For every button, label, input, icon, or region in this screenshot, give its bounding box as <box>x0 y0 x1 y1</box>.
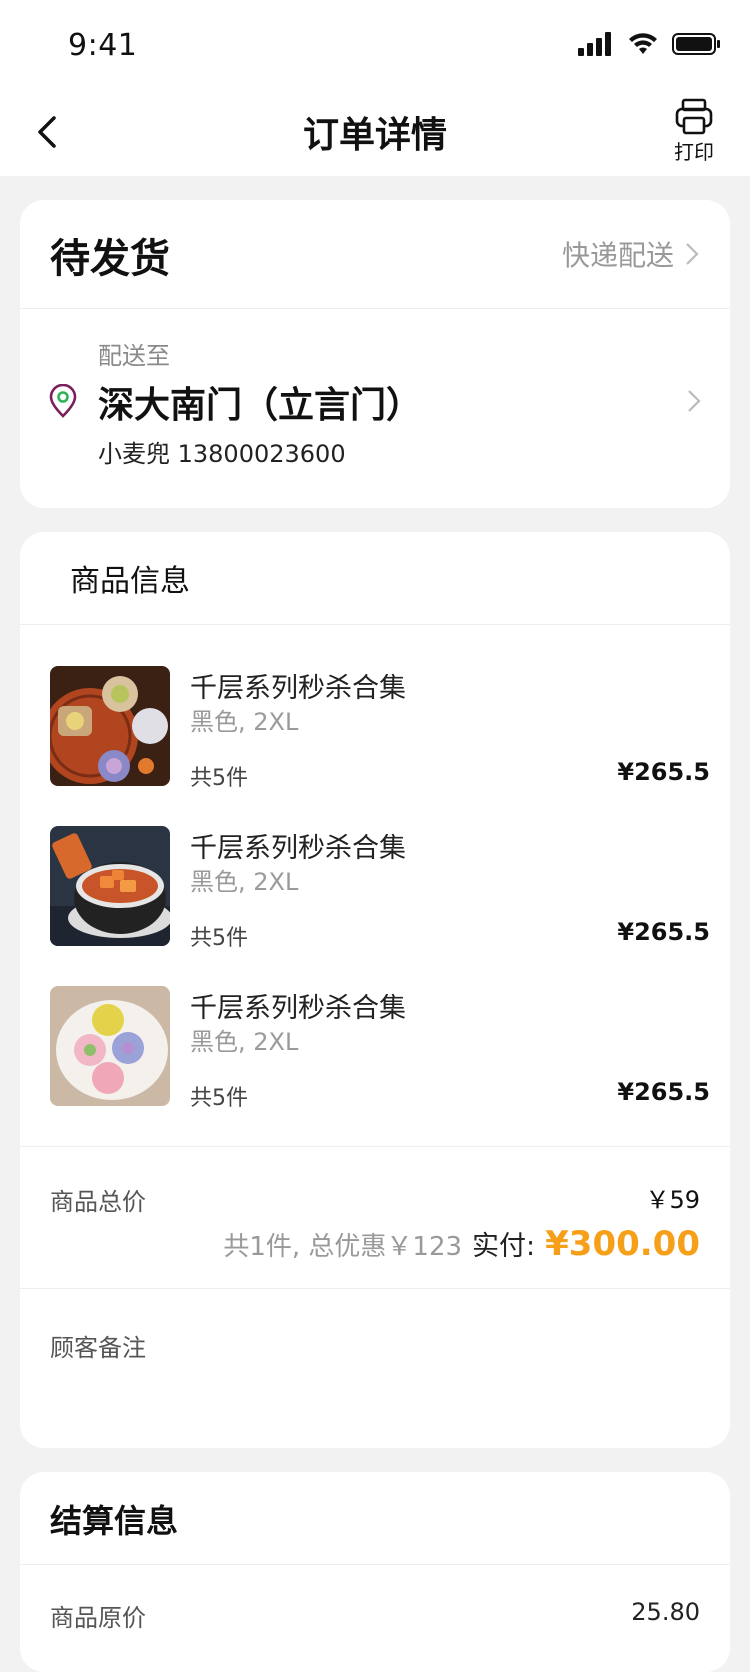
original-price-label: 商品原价 <box>50 1604 146 1632</box>
paid-label: 实付: <box>472 1231 536 1262</box>
product-price: ¥265.5 <box>617 1078 710 1106</box>
status-time: 9:41 <box>68 28 138 63</box>
product-spec: 黑色, 2XL <box>190 868 299 896</box>
snowskin-mooncake-image <box>50 986 170 1106</box>
product-spec: 黑色, 2XL <box>190 1028 299 1056</box>
product-quantity: 共5件 <box>190 766 248 791</box>
chevron-right-icon <box>686 243 699 265</box>
wifi-icon <box>629 33 657 54</box>
status-icons <box>578 32 722 56</box>
chevron-right-icon[interactable] <box>686 388 702 414</box>
product-quantity: 共5件 <box>190 1086 248 1111</box>
product-item[interactable]: 千层系列秒杀合集 黑色, 2XL 共5件 ¥265.5 <box>50 826 710 951</box>
divider <box>20 1146 730 1147</box>
printer-icon <box>675 98 713 135</box>
total-price-value: ￥59 <box>645 1186 700 1214</box>
section-title: 商品信息 <box>70 564 190 599</box>
print-button[interactable]: 打印 <box>664 98 724 165</box>
nav-bar: 订单详情 打印 <box>0 88 750 176</box>
settlement-title: 结算信息 <box>50 1502 179 1540</box>
divider <box>20 1288 730 1289</box>
product-name: 千层系列秒杀合集 <box>190 993 406 1024</box>
product-item[interactable]: 千层系列秒杀合集 黑色, 2XL 共5件 ¥265.5 <box>50 666 710 791</box>
papaya-soup-image <box>50 826 170 946</box>
order-status: 待发货 <box>50 236 170 282</box>
delivery-method-link[interactable]: 快递配送 <box>562 234 700 274</box>
product-price: ¥265.5 <box>617 918 710 946</box>
settlement-card: 结算信息 商品原价 25.80 <box>20 1472 730 1672</box>
payment-summary: 共1件, 总优惠￥123 实付: ¥300.00 <box>223 1224 700 1264</box>
product-item[interactable]: 千层系列秒杀合集 黑色, 2XL 共5件 ¥265.5 <box>50 986 710 1111</box>
order-status-card: 待发货 快递配送 配送至 深大南门（立言门） 小麦兜 13800023600 <box>20 200 730 508</box>
count-discount-text: 共1件, 总优惠￥123 <box>223 1232 463 1262</box>
product-name: 千层系列秒杀合集 <box>190 673 406 704</box>
battery-icon <box>672 33 720 55</box>
delivery-method: 快递配送 <box>561 239 674 272</box>
product-spec: 黑色, 2XL <box>190 708 299 736</box>
customer-remark-label: 顾客备注 <box>50 1334 146 1362</box>
original-price-value: 25.80 <box>631 1598 700 1626</box>
print-label: 打印 <box>674 140 714 164</box>
product-name: 千层系列秒杀合集 <box>190 833 406 864</box>
location-pin-icon <box>49 384 77 418</box>
address-name[interactable]: 深大南门（立言门） <box>98 376 422 428</box>
page-title: 订单详情 <box>302 115 447 156</box>
address-contact: 小麦兜 13800023600 <box>98 440 346 468</box>
product-thumbnail[interactable] <box>50 666 170 786</box>
product-thumbnail[interactable] <box>50 986 170 1106</box>
status-row: 待发货 快递配送 <box>20 200 730 309</box>
address-label: 配送至 <box>98 342 170 370</box>
divider <box>20 1564 730 1565</box>
product-thumbnail[interactable] <box>50 826 170 946</box>
total-price-label: 商品总价 <box>50 1188 146 1216</box>
product-info-card: 商品信息 千层系列秒杀合集 黑色, 2XL 共5件 ¥265.5 千层系列秒杀合… <box>20 532 730 1448</box>
status-bar: 9:41 <box>0 0 750 88</box>
product-quantity: 共5件 <box>190 926 248 951</box>
signal-icon <box>578 32 611 56</box>
mooncake-platter-image <box>50 666 170 786</box>
divider <box>20 624 730 625</box>
paid-amount: ¥300.00 <box>545 1224 700 1264</box>
product-price: ¥265.5 <box>617 758 710 786</box>
